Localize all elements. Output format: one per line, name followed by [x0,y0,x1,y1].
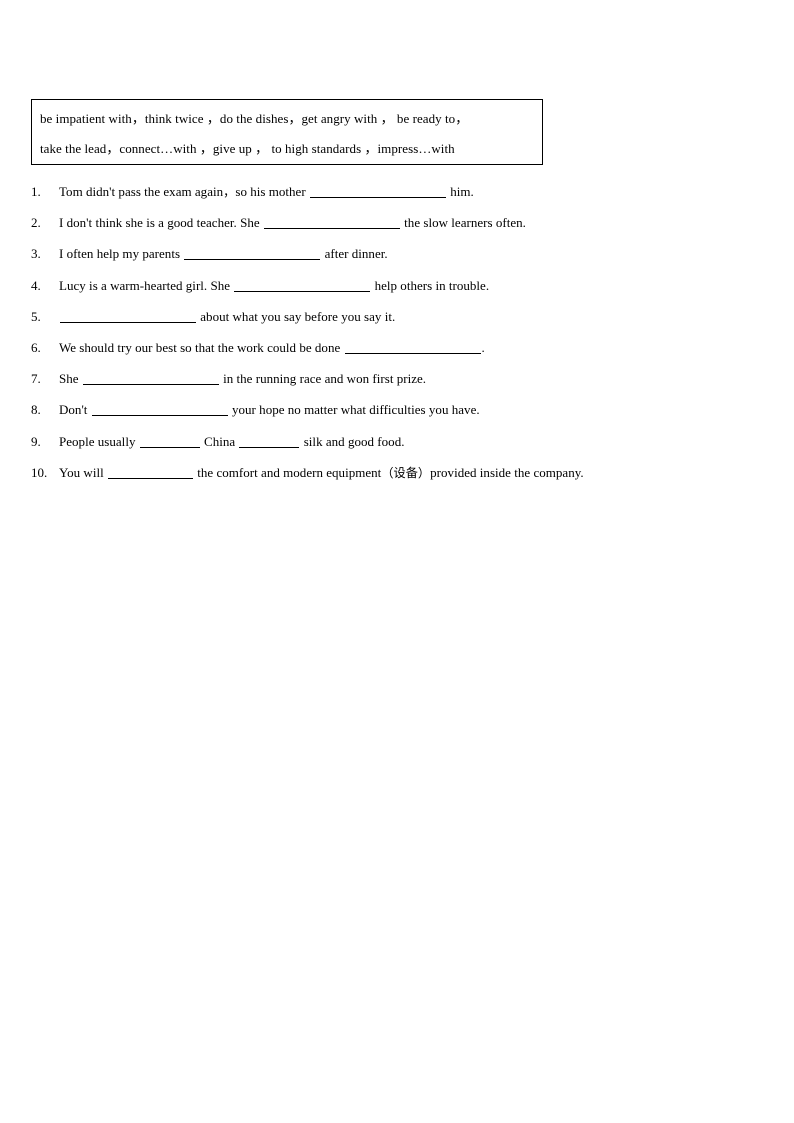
answer-blank[interactable] [263,228,400,230]
word-bank-line-1: be impatient with，think twice ，do the di… [40,111,469,126]
question-text: Don't [59,402,91,418]
answer-blank[interactable] [309,197,446,198]
question-text: silk and good food. [300,433,405,449]
question-text: . [481,339,485,355]
question-row: 5. about what you say before you say it. [31,301,751,332]
answer-blank[interactable] [60,321,196,323]
question-number: 1. [31,184,41,199]
question-row: 9. People usually China silk and good foo… [31,426,751,457]
question-text: I often help my parents [59,246,184,262]
question-number: 6. [31,339,41,355]
question-text: after dinner. [321,246,388,262]
question-list: 1. Tom didn't pass the exam again，so his … [31,176,751,488]
worksheet-page: be impatient with，think twice ，do the di… [0,0,794,1123]
question-text: your hope no matter what difficulties yo… [228,402,480,418]
question-row: 4. Lucy is a warm-hearted girl. She help … [31,270,751,301]
question-text: the slow learners often. [400,215,526,231]
question-text: in the running race and won first prize. [219,371,427,387]
question-number: 3. [31,246,41,262]
question-row: 6. We should try our best so that the wor… [31,332,751,363]
question-text-cjk: ， [223,185,236,199]
question-number: 7. [31,371,41,387]
question-number: 4. [31,277,41,293]
word-bank-line-2: take the lead，connect…with ，give up ， to… [40,141,455,156]
answer-blank[interactable] [82,384,219,386]
answer-blank[interactable] [91,415,228,417]
question-text-cjk: （设备） [381,465,431,480]
answer-blank[interactable] [344,352,481,354]
question-text: about what you say before you say it. [197,308,396,324]
question-number: 9. [31,433,41,449]
question-row: 1. Tom didn't pass the exam again，so his … [31,176,751,207]
question-row: 2. I don't think she is a good teacher. S… [31,207,751,238]
question-text: so his mother [235,184,309,199]
question-text: Tom didn't pass the exam again [59,184,224,199]
word-bank-box: be impatient with，think twice ，do the di… [31,99,543,165]
question-row: 3. I often help my parents after dinner. [31,238,751,269]
question-number: 10. [31,464,48,480]
question-text: People usually [59,433,139,449]
question-text: help others in trouble. [371,277,490,293]
question-text: Lucy is a warm-hearted girl. She [59,277,234,293]
question-text: him. [446,184,474,199]
question-text: She [59,371,82,387]
question-number: 8. [31,402,41,418]
answer-blank[interactable] [139,446,200,448]
answer-blank[interactable] [108,477,193,479]
question-row: 10. You will the comfort and modern equip… [31,457,751,488]
question-number: 2. [31,215,41,231]
question-text: the comfort and modern equipment [194,464,382,480]
answer-blank[interactable] [184,259,321,261]
question-row: 7. She in the running race and won first … [31,363,751,394]
question-row: 8. Don't your hope no matter what difficu… [31,394,751,425]
answer-blank[interactable] [239,446,300,448]
question-text: provided inside the company. [430,464,584,480]
question-text: I don't think she is a good teacher. She [59,215,263,231]
answer-blank[interactable] [234,290,371,292]
question-text: You will [59,464,107,480]
question-text: We should try our best so that the work … [59,339,344,355]
question-number: 5. [31,308,41,324]
question-text: China [200,433,239,449]
